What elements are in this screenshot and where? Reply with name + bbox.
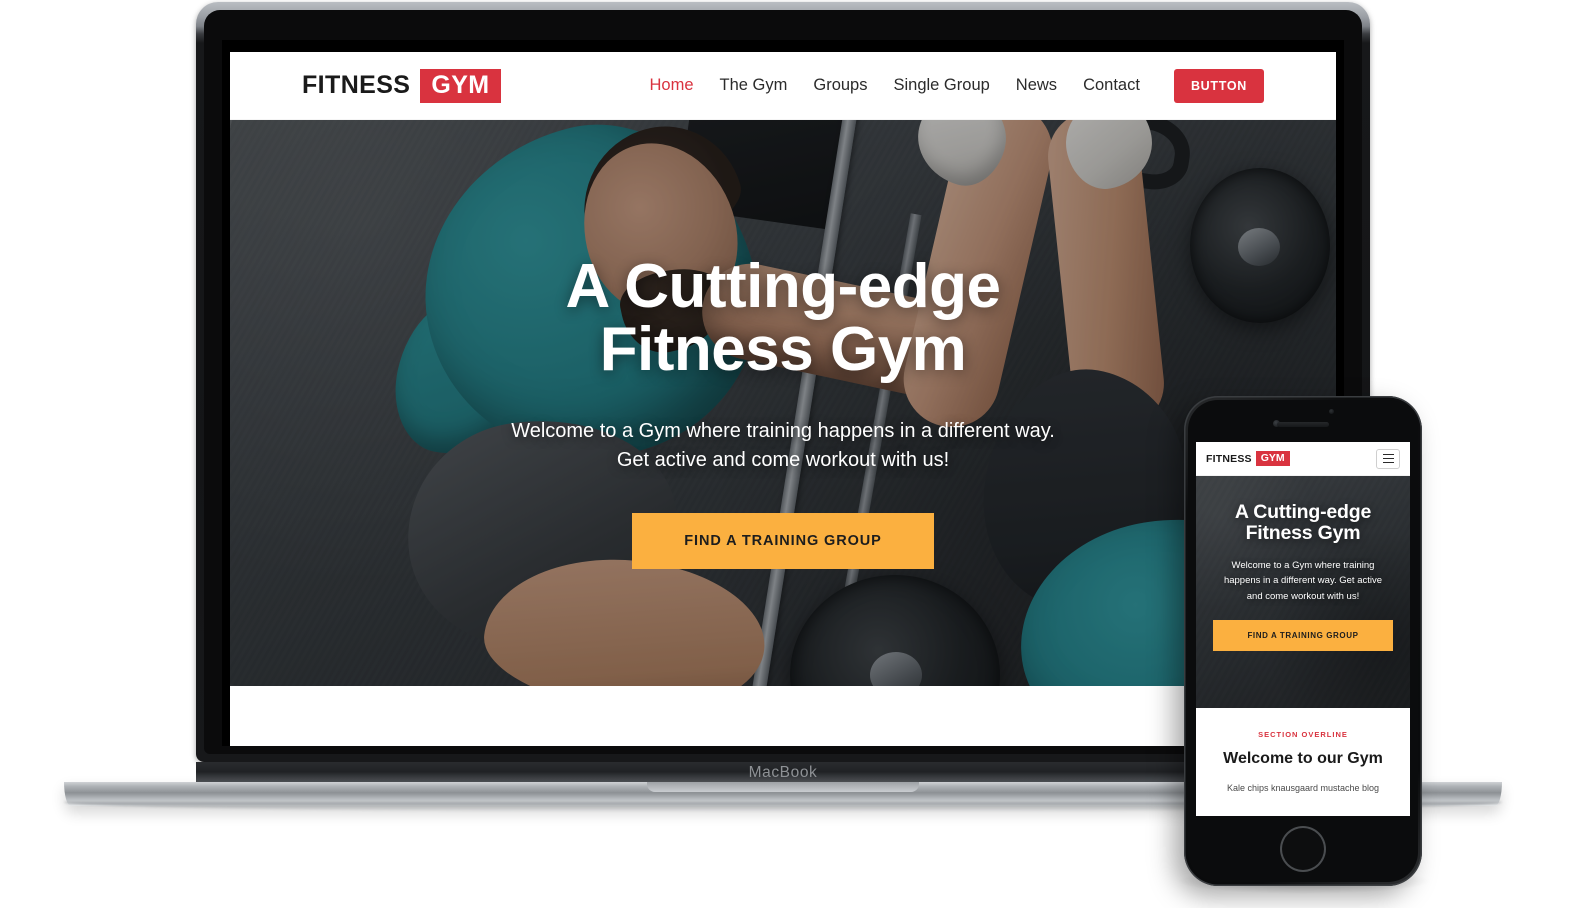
mobile-hero-subtitle: Welcome to a Gym where training happens … — [1223, 560, 1383, 602]
phone-screen: FITNESS GYM A Cutting-edge Fitness Gym W… — [1196, 442, 1410, 816]
hero-content: A Cutting-edge Fitness Gym Welcome to a … — [230, 120, 1336, 686]
logo-badge: GYM — [420, 68, 501, 103]
nav-item-single-group[interactable]: Single Group — [893, 76, 989, 95]
mobile-logo-word: FITNESS — [1206, 452, 1252, 465]
hamburger-bar-1 — [1382, 453, 1394, 456]
hero-cta-button[interactable]: FIND A TRAINING GROUP — [632, 513, 934, 570]
laptop-base-notch — [647, 782, 919, 792]
hamburger-bar-3 — [1382, 461, 1394, 464]
hero-title-line-1: A Cutting-edge — [565, 251, 1001, 321]
header-cta-button[interactable]: BUTTON — [1173, 68, 1264, 103]
home-button-icon[interactable] — [1280, 826, 1326, 872]
mobile-hero-title-line-2: Fitness Gym — [1245, 522, 1361, 545]
hamburger-bar-2 — [1382, 457, 1394, 460]
nav-item-groups[interactable]: Groups — [813, 76, 867, 95]
section-overline: SECTION OVERLINE — [1258, 730, 1348, 739]
desktop-hero: A Cutting-edge Fitness Gym Welcome to a … — [230, 120, 1336, 686]
laptop-screen: FITNESS GYM Home The Gym Groups Single G… — [230, 52, 1336, 746]
nav-item-home[interactable]: Home — [650, 76, 694, 95]
mobile-hero: A Cutting-edge Fitness Gym Welcome to a … — [1196, 476, 1410, 708]
mobile-welcome-section: SECTION OVERLINE Welcome to our Gym Kale… — [1196, 708, 1410, 796]
proximity-sensor-icon — [1329, 409, 1334, 414]
hero-title: A Cutting-edge Fitness Gym — [566, 255, 1001, 381]
section-heading: Welcome to our Gym — [1223, 750, 1383, 767]
desktop-nav: Home The Gym Groups Single Group News Co… — [650, 68, 1264, 103]
nav-item-contact[interactable]: Contact — [1083, 76, 1140, 95]
nav-item-news[interactable]: News — [1016, 76, 1057, 95]
nav-item-the-gym[interactable]: The Gym — [720, 76, 788, 95]
hero-subtitle: Welcome to a Gym where training happens … — [511, 420, 1055, 472]
logo-word: FITNESS — [302, 71, 411, 99]
below-fold-white-band — [230, 686, 1336, 746]
mobile-site-logo[interactable]: FITNESS GYM — [1206, 450, 1290, 467]
mobile-logo-badge: GYM — [1255, 450, 1290, 467]
mobile-site-header: FITNESS GYM — [1196, 442, 1410, 476]
mobile-hero-title: A Cutting-edge Fitness Gym — [1234, 501, 1372, 545]
mobile-hero-title-line-1: A Cutting-edge — [1234, 501, 1372, 523]
hamburger-icon[interactable] — [1376, 448, 1400, 469]
mockup-stage: FITNESS GYM Home The Gym Groups Single G… — [0, 0, 1584, 908]
phone-device: FITNESS GYM A Cutting-edge Fitness Gym W… — [1184, 396, 1422, 886]
hero-title-line-2: Fitness Gym — [599, 315, 967, 384]
mobile-hero-content: A Cutting-edge Fitness Gym Welcome to a … — [1196, 476, 1410, 708]
section-body-text: Kale chips knausgaard mustache blog — [1226, 783, 1380, 793]
site-logo[interactable]: FITNESS GYM — [302, 68, 501, 103]
desktop-site-header: FITNESS GYM Home The Gym Groups Single G… — [230, 52, 1336, 120]
mobile-hero-cta-button[interactable]: FIND A TRAINING GROUP — [1213, 620, 1393, 652]
earpiece-speaker-icon — [1277, 422, 1329, 427]
